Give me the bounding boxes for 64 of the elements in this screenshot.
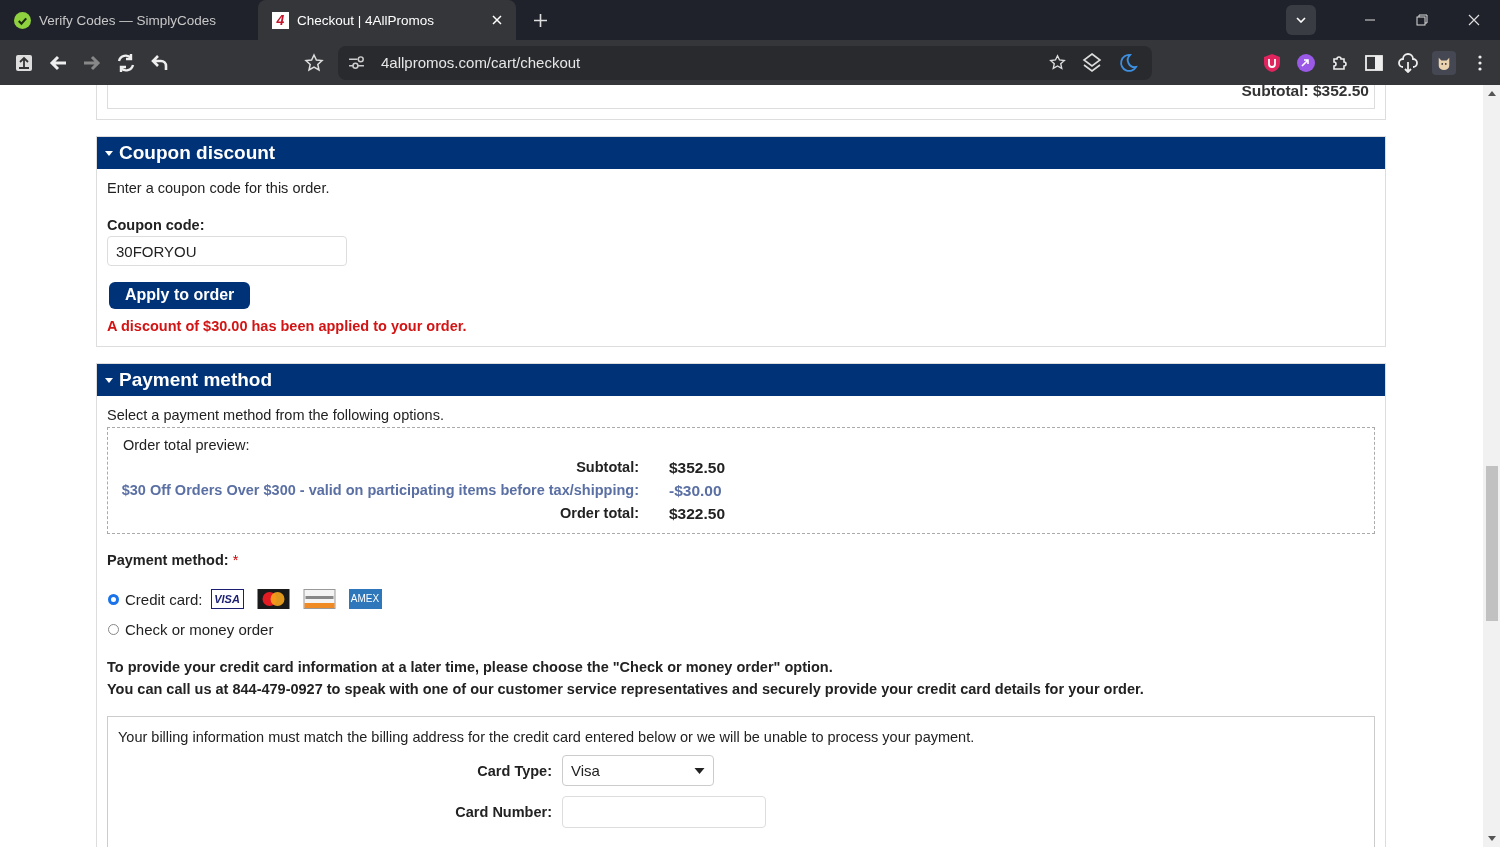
browser-tab[interactable]: 4 Checkout | 4AllPromos — [258, 0, 516, 40]
section-header[interactable]: Coupon discount — [97, 137, 1385, 169]
field-label: Payment method: — [107, 552, 229, 568]
url-text: 4allpromos.com/cart/checkout — [381, 54, 581, 71]
browser-tab[interactable]: Verify Codes — SimplyCodes — [0, 0, 258, 40]
card-type-select[interactable]: Visa — [562, 755, 714, 786]
mastercard-logo-icon — [256, 589, 290, 609]
cloud-download-icon[interactable] — [1398, 52, 1418, 73]
instruction-text: Select a payment method from the following options. — [107, 407, 445, 423]
line-amount: $322.50 — [669, 505, 726, 523]
dropdown-arrow-icon — [694, 767, 705, 774]
check-circle-icon — [14, 11, 31, 29]
restore-icon[interactable] — [1416, 14, 1428, 26]
field-label: Coupon code: — [107, 217, 206, 233]
amex-logo: AMEX — [348, 589, 382, 609]
section-title: Coupon discount — [119, 142, 276, 164]
radio-button[interactable] — [108, 593, 119, 605]
subtotal-text: Subtotal: $352.50 — [1241, 85, 1369, 100]
instruction-text: Enter a coupon code for this order. — [107, 180, 331, 196]
preview-title: Order total preview: — [123, 437, 251, 453]
field-label: Card Type: — [477, 762, 552, 779]
line-amount: -$30.00 — [669, 482, 722, 500]
required-mark: * — [232, 552, 239, 568]
site-logo: 4 — [272, 11, 289, 29]
visa-logo: VISA — [210, 589, 244, 609]
upload-icon[interactable] — [14, 52, 34, 73]
scrollbar-thumb[interactable] — [1485, 466, 1498, 621]
undo-icon[interactable] — [150, 52, 170, 73]
scroll-up-icon[interactable] — [1487, 91, 1496, 96]
discover-logo-icon — [302, 589, 336, 609]
plus-icon[interactable] — [534, 13, 547, 27]
field-label: Card Number: — [455, 804, 552, 820]
side-panel-icon[interactable] — [1364, 52, 1384, 73]
notice-text: To provide your credit card information at a later time, please choose the "Check or money order" option. — [107, 658, 834, 677]
star-icon[interactable] — [1049, 54, 1066, 71]
card-number-input[interactable] — [562, 796, 766, 828]
line-label: Subtotal: — [576, 459, 640, 477]
section-title: Payment method — [119, 369, 273, 391]
option-label[interactable]: Credit card: — [125, 590, 203, 608]
extension-circle-icon[interactable] — [1296, 52, 1316, 73]
apply-button[interactable]: Apply to order — [109, 282, 251, 309]
site-settings-icon[interactable] — [348, 54, 365, 71]
line-amount: $352.50 — [669, 459, 726, 477]
moon-icon[interactable] — [1118, 52, 1138, 73]
line-label: $30 Off Orders Over $300 - valid on participating items before tax/shipping: — [121, 482, 640, 500]
bookmark-star-icon[interactable] — [304, 52, 324, 73]
option-label[interactable]: Check or money order — [125, 620, 274, 638]
shield-icon[interactable] — [1262, 52, 1282, 73]
line-label: Order total: — [560, 505, 640, 523]
tab-search-button[interactable] — [1286, 5, 1316, 35]
billing-note: Your billing information must match the billing address for the credit card entered below or we will be unable to process your payment. — [118, 729, 976, 745]
reload-icon[interactable] — [116, 52, 136, 73]
scroll-down-icon[interactable] — [1487, 836, 1496, 841]
address-bar[interactable]: 4allpromos.com/cart/checkout — [338, 45, 1152, 80]
notice-text: You can call us at 844-479-0927 to speak with one of our customer service representatives and securely provide your credit card details for your order. — [107, 680, 1145, 699]
profile-button[interactable] — [1432, 50, 1456, 75]
section-header[interactable]: Payment method — [97, 364, 1385, 396]
coupon-input[interactable]: 30FORYOU — [107, 236, 347, 266]
success-message: A discount of $30.00 has been applied to your order. — [107, 318, 468, 334]
close-icon[interactable] — [1468, 14, 1480, 26]
scrollbar[interactable] — [1483, 85, 1500, 847]
layers-icon[interactable] — [1082, 52, 1102, 73]
chevron-down-icon — [1296, 17, 1306, 23]
cat-face-icon — [1437, 55, 1451, 70]
